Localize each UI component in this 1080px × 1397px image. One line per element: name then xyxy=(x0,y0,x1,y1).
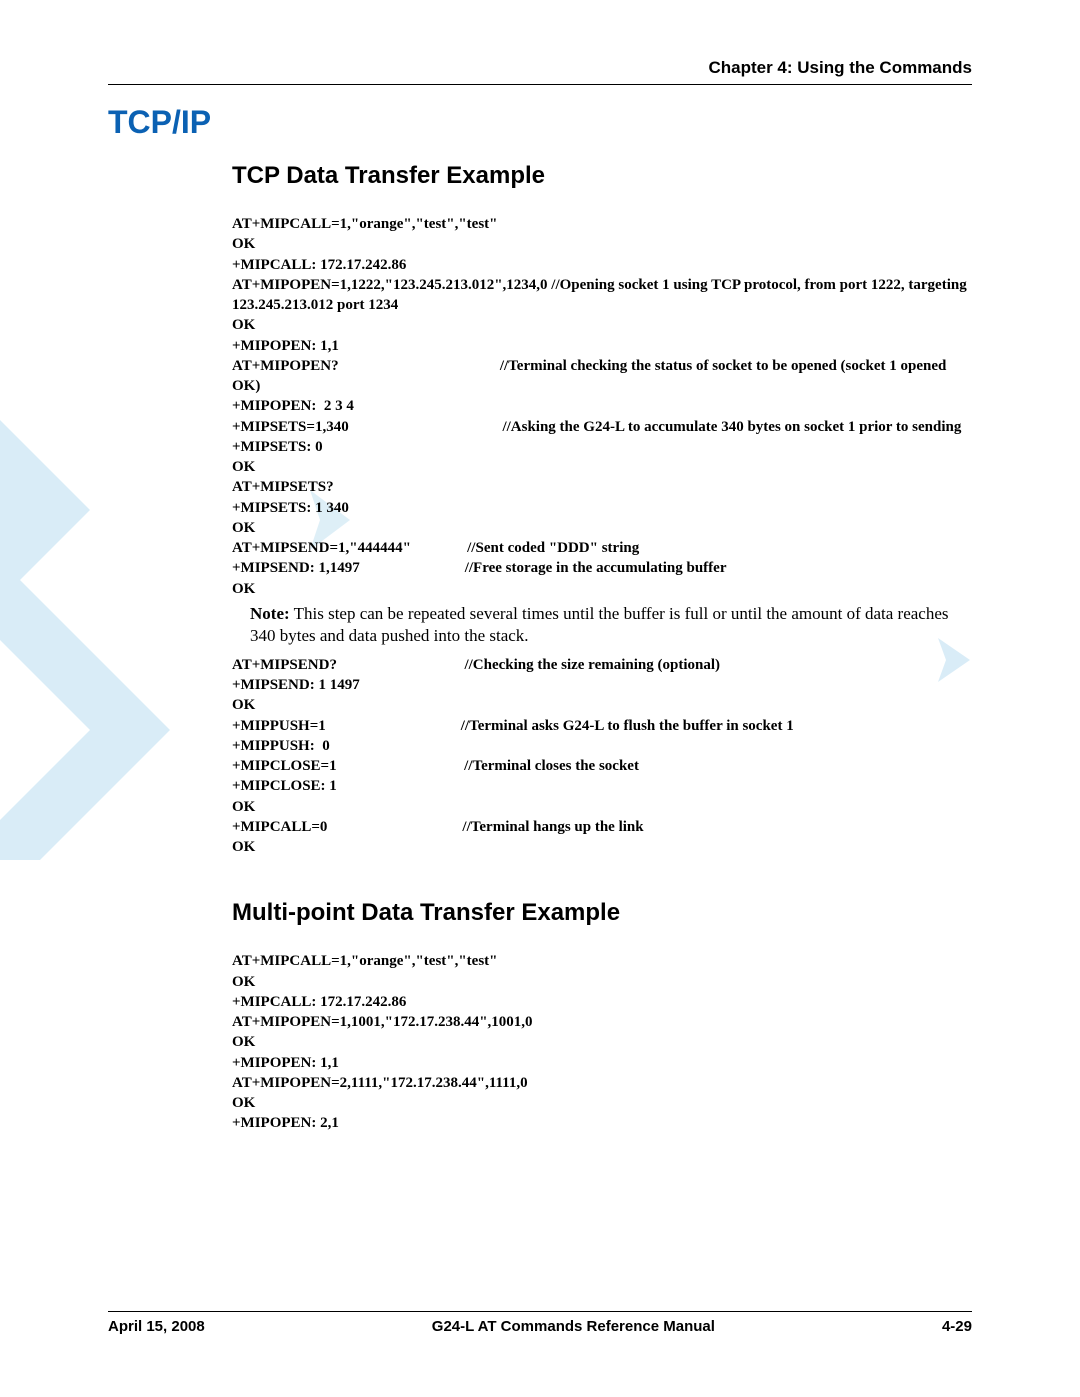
page-footer: April 15, 2008 G24-L AT Commands Referen… xyxy=(108,1311,972,1335)
code-block-multipoint: AT+MIPCALL=1,"orange","test","test" OK +… xyxy=(232,951,972,1133)
main-title: TCP/IP xyxy=(108,104,211,141)
page-content: TCP Data Transfer Example AT+MIPCALL=1,"… xyxy=(232,162,972,1138)
footer-page: 4-29 xyxy=(942,1318,972,1335)
code-block-tcp-2: AT+MIPSEND? //Checking the size remainin… xyxy=(232,655,972,858)
note-label: Note: xyxy=(250,604,290,623)
page-header: Chapter 4: Using the Commands xyxy=(108,58,972,85)
code-block-tcp-1: AT+MIPCALL=1,"orange","test","test" OK +… xyxy=(232,214,972,599)
chapter-label: Chapter 4: Using the Commands xyxy=(708,58,972,77)
section-heading-tcp: TCP Data Transfer Example xyxy=(232,162,972,190)
note-block: Note: This step can be repeated several … xyxy=(232,603,972,647)
section-heading-multipoint: Multi-point Data Transfer Example xyxy=(232,899,972,927)
footer-date: April 15, 2008 xyxy=(108,1318,205,1335)
footer-manual: G24-L AT Commands Reference Manual xyxy=(432,1318,715,1335)
note-text: This step can be repeated several times … xyxy=(250,604,949,645)
